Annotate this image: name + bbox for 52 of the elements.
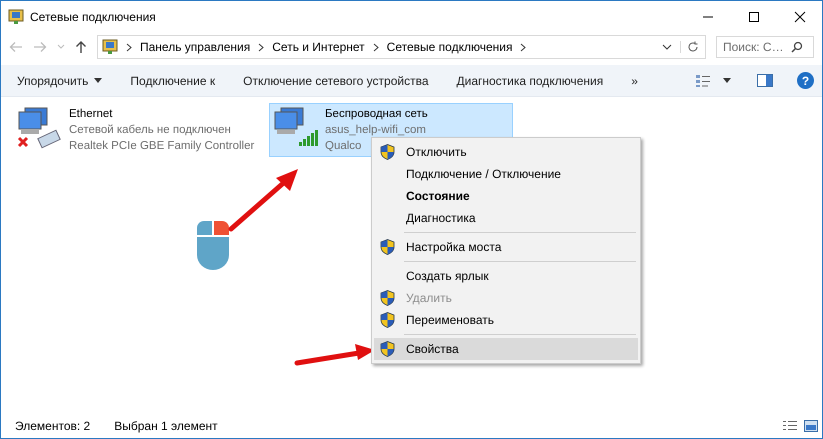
toolbar-button[interactable]: Отключение сетевого устройства	[235, 70, 436, 92]
search-box[interactable]: Поиск: С…	[716, 36, 814, 58]
search-icon	[791, 41, 803, 53]
shield-icon	[380, 341, 394, 357]
adapter-name: Realtek PCIe GBE Family Controller	[69, 139, 254, 154]
menu-item[interactable]: Свойства	[374, 338, 638, 360]
chevron-icon	[258, 42, 264, 52]
caret-icon[interactable]	[662, 44, 672, 50]
chevron-icon	[372, 42, 379, 52]
breadcrumb[interactable]: Сеть и Интернет	[272, 40, 365, 54]
caret-icon	[94, 78, 102, 83]
status-text: Выбран 1 элемент	[114, 419, 218, 433]
menu-item[interactable]: Состояние	[374, 185, 638, 207]
menu-item[interactable]: Подключение / Отключение	[374, 163, 638, 185]
chevron-icon	[126, 42, 132, 52]
maximize-icon[interactable]	[748, 10, 760, 22]
menu-item[interactable]: Переименовать	[374, 309, 638, 331]
chevron-icon	[520, 42, 526, 52]
adapter-name: Qualco	[325, 139, 362, 154]
breadcrumb[interactable]: Панель управления	[140, 40, 250, 54]
help-button[interactable]: ?	[797, 72, 814, 89]
address-bar[interactable]: Панель управления Сеть и Интернет Сетевые подключения	[97, 35, 706, 59]
shield-icon	[380, 239, 394, 255]
breadcrumb[interactable]: Сетевые подключения	[386, 40, 512, 54]
menu-item[interactable]: Настройка моста	[374, 236, 638, 258]
menu-item[interactable]: Создать ярлык	[374, 265, 638, 287]
more-button[interactable]: »	[623, 70, 646, 92]
details-view-icon[interactable]	[782, 420, 798, 432]
connection-status: asus_help-wifi_com	[325, 123, 426, 138]
up-icon[interactable]	[75, 40, 87, 54]
mouse-icon	[196, 220, 230, 270]
connection-name: Ethernet	[69, 107, 112, 122]
preview-pane-icon[interactable]	[757, 74, 773, 87]
toolbar-button[interactable]: Упорядочить	[9, 70, 110, 92]
view-icon[interactable]	[695, 74, 711, 88]
shield-icon	[380, 312, 394, 328]
status-text: Элементов: 2	[15, 419, 90, 433]
network-icon	[102, 39, 118, 55]
shield-icon	[380, 290, 394, 306]
connection-status: Сетевой кабель не подключен	[69, 123, 231, 138]
large-icons-view-icon[interactable]	[804, 420, 818, 432]
toolbar-button[interactable]: Диагностика подключения	[448, 70, 612, 92]
network-icon	[8, 8, 24, 24]
caret-icon[interactable]	[723, 78, 731, 83]
shield-icon	[380, 144, 394, 160]
refresh-icon[interactable]	[680, 41, 699, 53]
window-title: Сетевые подключения	[30, 10, 156, 24]
connection-name: Беспроводная сеть	[325, 107, 428, 122]
connection-item[interactable]: Ethernet Сетевой кабель не подключен Realtek PCIe GBE Family Controller	[13, 103, 257, 157]
toolbar-button[interactable]: Подключение к	[122, 70, 224, 92]
close-icon[interactable]	[794, 10, 806, 22]
menu-item[interactable]: Диагностика	[374, 207, 638, 229]
